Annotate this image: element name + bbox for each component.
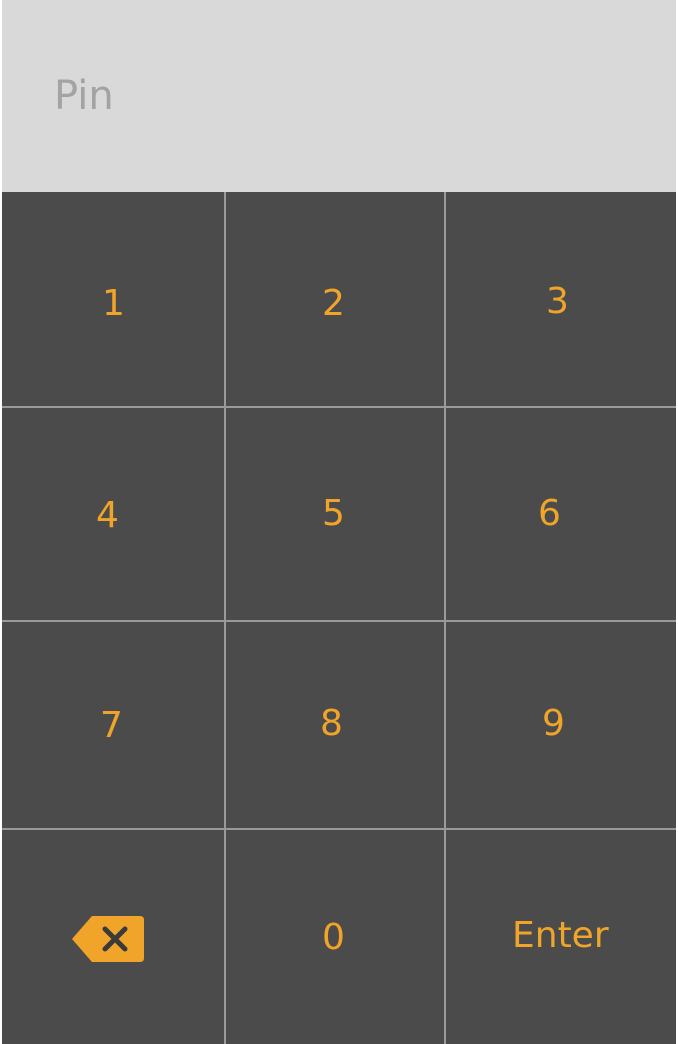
key-2-label: 2	[322, 283, 345, 324]
backspace-icon	[72, 916, 144, 962]
key-6-label: 6	[538, 493, 561, 534]
divider	[444, 192, 446, 1044]
key-9-label: 9	[542, 703, 565, 744]
key-7-label: 7	[100, 705, 123, 746]
key-4-label: 4	[96, 495, 119, 536]
pin-placeholder: Pin	[54, 73, 114, 119]
key-5-button[interactable]: 5	[226, 408, 444, 620]
key-3-button[interactable]: 3	[446, 192, 676, 406]
divider	[224, 192, 226, 1044]
key-4-button[interactable]: 4	[2, 408, 224, 620]
key-0-button[interactable]: 0	[226, 830, 444, 1044]
key-8-label: 8	[320, 703, 343, 744]
key-2-button[interactable]: 2	[226, 192, 444, 406]
key-1-button[interactable]: 1	[2, 192, 224, 406]
key-0-label: 0	[322, 917, 345, 958]
key-1-label: 1	[102, 283, 125, 324]
pin-field[interactable]: Pin	[2, 0, 676, 192]
key-7-button[interactable]: 7	[2, 622, 224, 828]
enter-button[interactable]: Enter	[446, 830, 676, 1044]
enter-label: Enter	[512, 915, 609, 956]
divider	[2, 406, 676, 408]
key-5-label: 5	[322, 493, 345, 534]
pin-pad: Pin 1 2 3 4 5 6 7 8 9 0 Enter	[0, 0, 678, 1044]
key-8-button[interactable]: 8	[226, 622, 444, 828]
key-9-button[interactable]: 9	[446, 622, 676, 828]
divider	[2, 620, 676, 622]
divider	[2, 828, 676, 830]
key-6-button[interactable]: 6	[446, 408, 676, 620]
key-3-label: 3	[546, 281, 569, 322]
